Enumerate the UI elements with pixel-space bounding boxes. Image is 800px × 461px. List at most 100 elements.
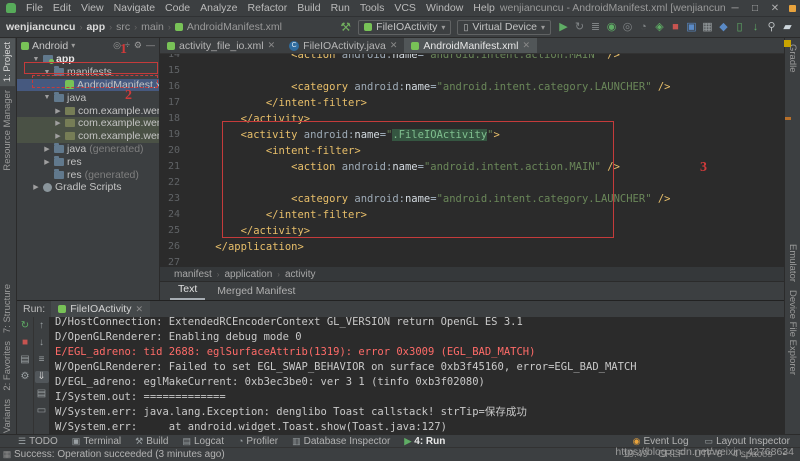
- run-icon[interactable]: ▶: [557, 22, 570, 33]
- close-icon[interactable]: ✕: [390, 40, 398, 51]
- tool-window-button-profiler[interactable]: ◔Profiler: [238, 436, 278, 447]
- breadcrumb-item[interactable]: main: [141, 21, 164, 33]
- manifest-tab-merged-manifest[interactable]: Merged Manifest: [209, 283, 303, 300]
- chevron-right-icon[interactable]: ▶: [54, 107, 62, 115]
- code-line[interactable]: 16 <category android:name="android.inten…: [160, 79, 784, 95]
- settings-icon[interactable]: ⚙: [134, 40, 142, 51]
- breadcrumb-item[interactable]: app: [86, 21, 105, 33]
- minimize-icon[interactable]: ─: [725, 3, 745, 14]
- layout-window-icon[interactable]: ▦: [701, 22, 714, 33]
- print-icon[interactable]: ▤: [35, 388, 49, 400]
- menu-item-help[interactable]: Help: [468, 2, 500, 14]
- tool-window-button-1-project[interactable]: 1: Project: [0, 38, 15, 86]
- tool-window-toggle-icon[interactable]: ▦: [0, 449, 14, 460]
- menu-item-window[interactable]: Window: [421, 2, 468, 14]
- code-line[interactable]: 24 </intent-filter>: [160, 207, 784, 223]
- gradle-sync-icon[interactable]: ◆: [717, 22, 730, 33]
- run-tab[interactable]: FileIOActivity ✕: [51, 301, 150, 317]
- code-line[interactable]: 26 </application>: [160, 239, 784, 255]
- clear-icon[interactable]: ▭: [35, 405, 49, 417]
- code-line[interactable]: 14 <action android:name="android.intent.…: [160, 54, 784, 63]
- scroll-to-end-icon[interactable]: ⇓: [35, 371, 49, 383]
- tree-item-java[interactable]: ▼java: [17, 91, 159, 104]
- code-line[interactable]: 20 <intent-filter>: [160, 143, 784, 159]
- tool-window-button-2-favorites[interactable]: 2: Favorites: [0, 337, 15, 395]
- tree-item-res[interactable]: ▶res: [17, 155, 159, 168]
- tree-item-java[interactable]: ▶java (generated): [17, 143, 159, 156]
- code-line[interactable]: 18 </activity>: [160, 111, 784, 127]
- tree-item-androidmanifest-xml[interactable]: AndroidManifest.xml: [17, 79, 159, 92]
- locate-icon[interactable]: ◎: [113, 40, 121, 51]
- code-line[interactable]: 23 <category android:name="android.inten…: [160, 191, 784, 207]
- rerun-icon[interactable]: ↻: [18, 320, 32, 332]
- code-line[interactable]: 19 <activity android:name=".FileIOActivi…: [160, 127, 784, 143]
- code-line[interactable]: 27: [160, 255, 784, 266]
- xml-breadcrumb-item[interactable]: manifest: [174, 269, 212, 280]
- tree-item-gradle-scripts[interactable]: ▶Gradle Scripts: [17, 181, 159, 194]
- chevron-right-icon[interactable]: ▶: [54, 132, 62, 140]
- tree-item-com-example-wenjiancuncu[interactable]: ▶com.example.wenjiancuncu: [17, 130, 159, 143]
- code-line[interactable]: 22: [160, 175, 784, 191]
- code-line[interactable]: 25 </activity>: [160, 223, 784, 239]
- device-select[interactable]: ▯ Virtual Device ▾: [457, 20, 551, 35]
- inspection-status-icon[interactable]: [784, 40, 791, 47]
- menu-item-view[interactable]: View: [76, 2, 109, 14]
- tree-item-com-example-wenjiancuncu[interactable]: ▶com.example.wenjiancuncu: [17, 104, 159, 117]
- code-line[interactable]: 17 </intent-filter>: [160, 95, 784, 111]
- tool-window-button-emulator[interactable]: Emulator: [785, 240, 800, 286]
- tree-item-res[interactable]: res (generated): [17, 168, 159, 181]
- chevron-right-icon[interactable]: ▶: [43, 158, 51, 166]
- apply-code-changes-icon[interactable]: ≣: [589, 22, 602, 33]
- chevron-right-icon[interactable]: ▶: [54, 119, 62, 127]
- menu-item-vcs[interactable]: VCS: [389, 2, 421, 14]
- close-icon[interactable]: ✕: [268, 40, 276, 51]
- collapse-all-icon[interactable]: ÷: [125, 40, 130, 51]
- attach-debugger-icon[interactable]: ◎: [621, 22, 634, 33]
- tree-item-manifests[interactable]: ▼manifests: [17, 66, 159, 79]
- bottom-bar-event-log[interactable]: ◉Event Log: [633, 436, 689, 447]
- maximize-icon[interactable]: □: [745, 3, 765, 14]
- menu-item-run[interactable]: Run: [326, 2, 355, 14]
- tree-item-com-example-wenjiancuncu[interactable]: ▶com.example.wenjiancuncu: [17, 117, 159, 130]
- down-icon[interactable]: ↓: [35, 337, 49, 349]
- profiler-icon[interactable]: ◔: [637, 22, 650, 33]
- menu-item-file[interactable]: File: [21, 2, 48, 14]
- chevron-right-icon[interactable]: ▶: [32, 183, 40, 191]
- tool-window-button-resource-manager[interactable]: Resource Manager: [0, 86, 15, 175]
- chevron-down-icon[interactable]: ▾: [71, 41, 75, 50]
- editor-tab-fileioactivity-java[interactable]: CFileIOActivity.java✕: [282, 38, 404, 53]
- stop-icon[interactable]: ■: [18, 337, 32, 349]
- apply-changes-icon[interactable]: ↻: [573, 22, 586, 33]
- project-view-mode[interactable]: Android: [32, 40, 68, 52]
- record-icon[interactable]: ◈: [653, 22, 666, 33]
- hide-icon[interactable]: —: [146, 40, 155, 51]
- code-line[interactable]: 15: [160, 63, 784, 79]
- tool-window-button-4-run[interactable]: ▶4: Run: [404, 436, 445, 447]
- tree-item-app[interactable]: ▼app: [17, 53, 159, 66]
- tool-window-button-build[interactable]: ⚒Build: [135, 436, 168, 447]
- avatar-icon[interactable]: ▰: [781, 22, 794, 33]
- menu-item-code[interactable]: Code: [160, 2, 195, 14]
- tool-window-button-todo[interactable]: ☰TODO: [18, 436, 58, 447]
- menu-item-tools[interactable]: Tools: [355, 2, 390, 14]
- bottom-bar-layout-inspector[interactable]: ▭Layout Inspector: [705, 436, 790, 447]
- tool-window-button-logcat[interactable]: ▤Logcat: [182, 436, 224, 447]
- console-output[interactable]: D/HostConnection: ExtendedRCEncoderConte…: [49, 317, 784, 434]
- sync-folder-icon[interactable]: ▣: [685, 22, 698, 33]
- editor-tab-activity-file-io-xml[interactable]: activity_file_io.xml✕: [160, 38, 282, 53]
- code-editor[interactable]: 14 <action android:name="android.intent.…: [160, 54, 784, 266]
- up-icon[interactable]: ↑: [35, 320, 49, 332]
- chevron-down-icon[interactable]: ▼: [43, 94, 51, 101]
- close-icon[interactable]: ✕: [135, 304, 143, 315]
- breadcrumb-item[interactable]: wenjiancuncu: [6, 21, 75, 33]
- tool-window-button-device-file-explorer[interactable]: Device File Explorer: [785, 286, 800, 379]
- search-icon[interactable]: ⚲: [765, 22, 778, 33]
- menu-item-refactor[interactable]: Refactor: [243, 2, 293, 14]
- menu-item-analyze[interactable]: Analyze: [195, 2, 242, 14]
- soft-wrap-icon[interactable]: ≡: [35, 354, 49, 366]
- close-icon[interactable]: ✕: [765, 3, 785, 14]
- settings-icon[interactable]: ⚙: [18, 371, 32, 383]
- menu-item-navigate[interactable]: Navigate: [109, 2, 160, 14]
- debug-icon[interactable]: ◉: [605, 22, 618, 33]
- chevron-right-icon[interactable]: ▶: [43, 145, 51, 153]
